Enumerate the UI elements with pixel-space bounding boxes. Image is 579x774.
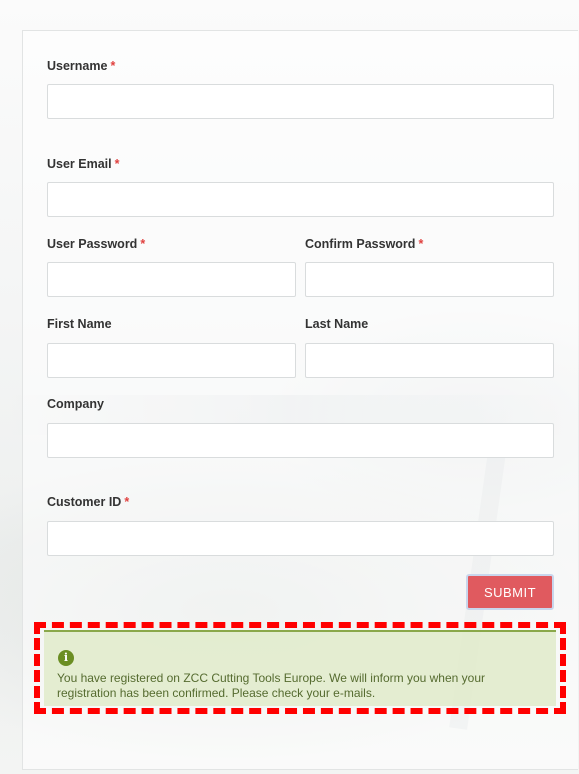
required-marker: * [418,237,424,251]
customer-id-label: Customer ID * [47,495,129,509]
registration-success-message: i You have registered on ZCC Cutting Too… [44,630,556,706]
username-input[interactable] [47,84,554,119]
first-name-input[interactable] [47,343,296,378]
user-email-label: User Email * [47,157,120,171]
last-name-label: Last Name [305,317,369,331]
username-label-text: Username [47,59,108,73]
confirm-password-label-text: Confirm Password [305,237,416,251]
customer-id-label-text: Customer ID [47,495,122,509]
company-input[interactable] [47,423,554,458]
page: Username * User Email * User Password * Con… [0,0,579,774]
user-email-input[interactable] [47,182,554,217]
required-marker: * [110,59,116,73]
required-marker: * [140,237,146,251]
last-name-input[interactable] [305,343,554,378]
info-icon: i [58,650,74,666]
confirm-password-input[interactable] [305,262,554,297]
username-label: Username * [47,59,115,73]
user-password-label: User Password * [47,237,145,251]
success-message-text: You have registered on ZCC Cutting Tools… [57,671,485,700]
submit-button[interactable]: SUBMIT [466,574,554,610]
required-marker: * [124,495,130,509]
required-marker: * [114,157,120,171]
first-name-label: First Name [47,317,112,331]
user-password-label-text: User Password [47,237,138,251]
company-label: Company [47,397,104,411]
confirm-password-label: Confirm Password * [305,237,423,251]
customer-id-input[interactable] [47,521,554,556]
user-password-input[interactable] [47,262,296,297]
user-email-label-text: User Email [47,157,112,171]
